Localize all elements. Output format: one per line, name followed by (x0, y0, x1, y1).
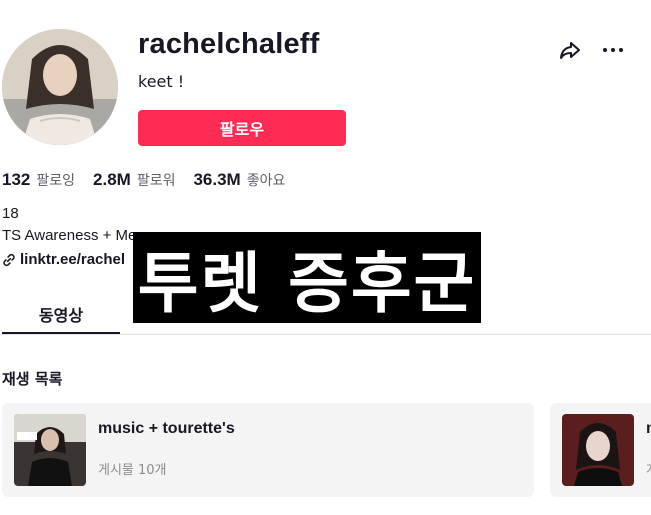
bio-line-description: TS Awareness + Me (2, 227, 137, 244)
playlist-card[interactable]: music + tourette's 게시물 10개 (2, 403, 534, 497)
bio-line-age: 18 (2, 205, 19, 222)
tab-videos[interactable]: 동영상 (2, 292, 120, 335)
avatar-image (2, 29, 118, 145)
playlist-card[interactable]: m 게 (550, 403, 651, 497)
tab-active-indicator (2, 332, 120, 334)
playlist-title: m (646, 420, 651, 438)
profile-bio: 18 TS Awareness + Me (2, 203, 136, 247)
share-icon[interactable] (558, 38, 582, 62)
playlist-count: 게 (646, 459, 651, 478)
profile-nickname: keet ! (138, 72, 185, 91)
playlist-count: 게시물 10개 (98, 463, 167, 478)
bio-link[interactable]: linktr.ee/rachel (2, 251, 125, 268)
following-stat[interactable]: 132 팔로잉 (2, 170, 75, 190)
followers-label: 팔로워 (136, 173, 176, 189)
link-icon (3, 253, 15, 266)
playlists-section-title: 재생 목록 (2, 370, 63, 388)
more-icon[interactable] (601, 38, 625, 62)
followers-count: 2.8M (93, 170, 131, 189)
followers-stat[interactable]: 2.8M 팔로워 (93, 170, 175, 190)
video-caption-overlay: 투렛 증후군 (133, 232, 481, 323)
playlist-thumbnail (14, 414, 86, 486)
profile-stats: 132 팔로잉 2.8M 팔로워 36.3M 좋아요 (2, 170, 303, 190)
playlist-title: music + tourette's (98, 420, 235, 437)
likes-count: 36.3M (193, 170, 241, 189)
following-label: 팔로잉 (36, 173, 76, 189)
likes-stat: 36.3M 좋아요 (193, 170, 285, 190)
bio-link-text: linktr.ee/rachel (20, 251, 126, 268)
profile-username: rachelchaleff (138, 28, 320, 60)
following-count: 132 (2, 170, 31, 189)
likes-label: 좋아요 (246, 173, 286, 189)
profile-avatar[interactable] (2, 29, 118, 145)
playlist-thumbnail (562, 414, 634, 486)
follow-button[interactable]: 팔로우 (138, 110, 346, 146)
